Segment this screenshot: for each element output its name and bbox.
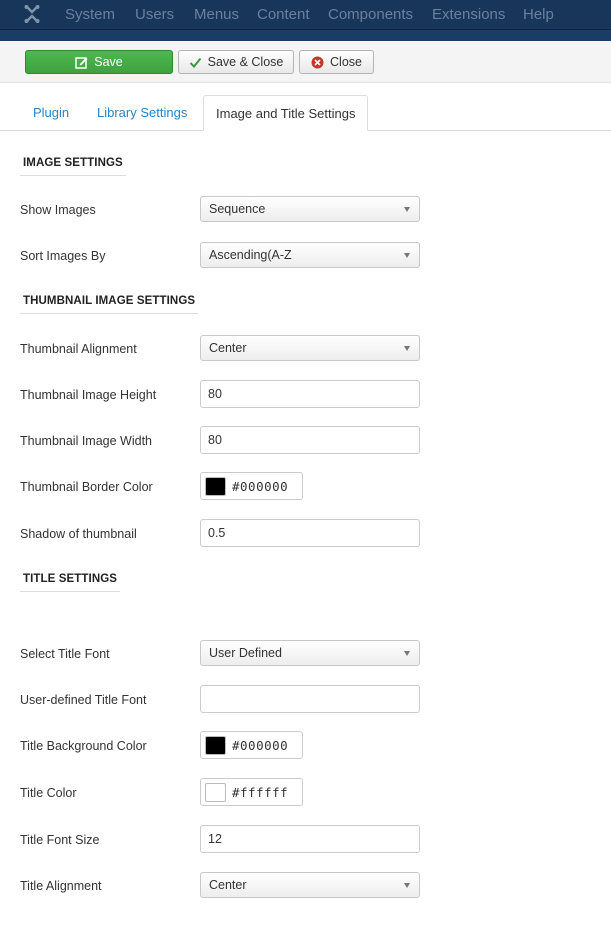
show-images-label: Show Images	[20, 203, 96, 217]
title-font-size-label: Title Font Size	[20, 833, 100, 847]
save-and-close-button[interactable]: Save & Close	[178, 50, 294, 74]
title-color-picker[interactable]: #ffffff	[200, 778, 303, 806]
thumbnail-border-color-value: #000000	[232, 479, 289, 494]
thumbnail-alignment-select[interactable]: Center	[200, 335, 420, 361]
thumbnail-height-input[interactable]: 80	[200, 380, 420, 408]
admin-menu-bar: System Users Menus Content Components Ex…	[0, 0, 611, 30]
checkmark-icon	[189, 56, 202, 69]
thumbnail-border-color-picker[interactable]: #000000	[200, 472, 303, 500]
title-bg-color-value: #000000	[232, 738, 289, 753]
menu-system[interactable]: System	[65, 6, 115, 23]
section-image-settings: IMAGE SETTINGS	[20, 157, 126, 176]
menu-content[interactable]: Content	[257, 6, 310, 23]
thumbnail-width-input[interactable]: 80	[200, 426, 420, 454]
title-font-label: Select Title Font	[20, 647, 110, 661]
section-title-settings: TITLE SETTINGS	[20, 573, 121, 592]
save-close-label: Save & Close	[207, 55, 284, 69]
thumbnail-alignment-value: Center	[209, 341, 247, 355]
menu-users[interactable]: Users	[135, 6, 174, 23]
thumbnail-width-label: Thumbnail Image Width	[20, 434, 153, 448]
color-swatch[interactable]	[205, 736, 226, 755]
title-color-label: Title Color	[20, 786, 77, 800]
chevron-down-icon	[404, 346, 410, 351]
title-alignment-value: Center	[209, 878, 247, 892]
color-swatch[interactable]	[205, 477, 226, 496]
tab-library-settings[interactable]: Library Settings	[85, 95, 199, 131]
title-font-value: User Defined	[209, 646, 282, 660]
user-defined-font-input[interactable]	[200, 685, 420, 713]
edit-icon	[75, 56, 88, 69]
thumbnail-border-color-label: Thumbnail Border Color	[20, 480, 153, 494]
shadow-input[interactable]: 0.5	[200, 519, 420, 547]
show-images-value: Sequence	[209, 202, 266, 216]
close-button[interactable]: Close	[299, 50, 374, 74]
title-bg-color-label: Title Background Color	[20, 739, 147, 753]
tab-plugin[interactable]: Plugin	[21, 95, 81, 131]
title-font-size-input[interactable]: 12	[200, 825, 420, 853]
menu-menus[interactable]: Menus	[194, 6, 239, 23]
cancel-circle-icon	[311, 56, 324, 69]
section-thumbnail-settings: THUMBNAIL IMAGE SETTINGS	[20, 295, 199, 314]
chevron-down-icon	[404, 883, 410, 888]
user-defined-font-label: User-defined Title Font	[20, 693, 147, 707]
shadow-label: Shadow of thumbnail	[20, 527, 137, 541]
sort-images-value: Ascending(A-Z	[209, 248, 292, 262]
save-button[interactable]: Save	[25, 50, 173, 74]
toolbar: Save Save & Close Close	[0, 41, 611, 83]
title-color-value: #ffffff	[232, 785, 289, 800]
title-font-select[interactable]: User Defined	[200, 640, 420, 666]
settings-tabs: Plugin Library Settings Image and Title …	[0, 95, 611, 131]
chevron-down-icon	[404, 253, 410, 258]
chevron-down-icon	[404, 651, 410, 656]
color-swatch[interactable]	[205, 783, 226, 802]
joomla-logo-icon[interactable]	[22, 4, 42, 24]
show-images-select[interactable]: Sequence	[200, 196, 420, 222]
tab-image-and-title-settings[interactable]: Image and Title Settings	[203, 95, 369, 131]
menu-help[interactable]: Help	[523, 6, 554, 23]
title-bg-color-picker[interactable]: #000000	[200, 731, 303, 759]
thumbnail-height-label: Thumbnail Image Height	[20, 388, 157, 402]
sort-images-label: Sort Images By	[20, 249, 106, 263]
menu-components[interactable]: Components	[328, 6, 413, 23]
title-alignment-select[interactable]: Center	[200, 872, 420, 898]
header-strip	[0, 30, 611, 41]
close-label: Close	[330, 55, 362, 69]
thumbnail-alignment-label: Thumbnail Alignment	[20, 342, 137, 356]
menu-extensions[interactable]: Extensions	[432, 6, 505, 23]
save-label: Save	[94, 55, 123, 69]
chevron-down-icon	[404, 207, 410, 212]
sort-images-select[interactable]: Ascending(A-Z	[200, 242, 420, 268]
title-alignment-label: Title Alignment	[20, 879, 102, 893]
